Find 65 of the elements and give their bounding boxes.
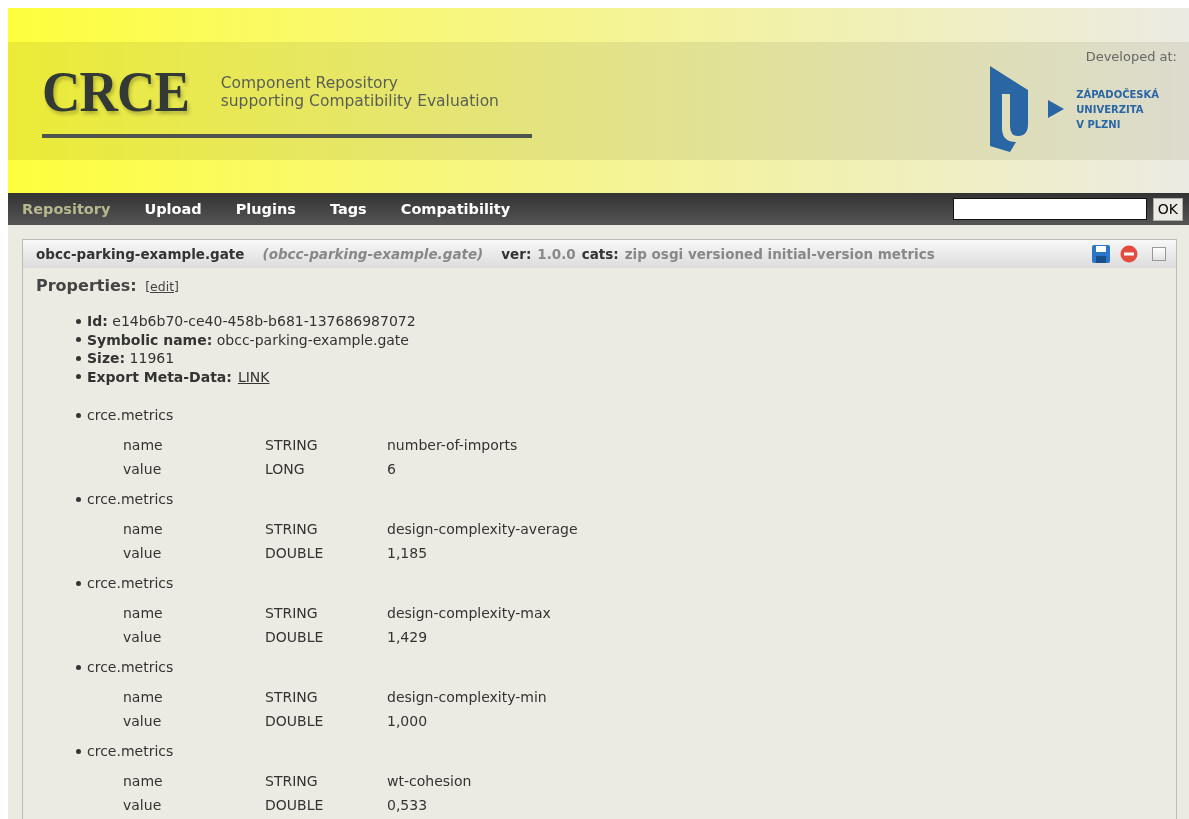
attribute-value: design-complexity-average	[387, 520, 578, 539]
capability-namespace: crce.metrics	[87, 575, 174, 591]
logo-subtitle: supporting Compatibility Evaluation	[220, 91, 499, 110]
property-item: Id: e14b6b70-ce40-458b-b681-137686987072	[87, 312, 416, 331]
delete-icon[interactable]	[1120, 245, 1138, 263]
property-item: Symbolic name: obcc-parking-example.gate	[87, 330, 409, 349]
attribute-type: LONG	[265, 460, 306, 479]
version-label: ver:	[501, 246, 532, 262]
attribute-type: STRING	[265, 685, 387, 709]
attribute-type: DOUBLE	[265, 793, 387, 817]
attribute-name: name	[123, 517, 265, 541]
version-value: 1.0.0	[537, 246, 576, 262]
attribute-value: 1,000	[387, 712, 429, 731]
logo-subtitle: Component Repository	[220, 73, 400, 92]
attribute-type: STRING	[265, 517, 387, 541]
attribute-name: value	[123, 460, 163, 479]
nav-tab[interactable]: Repository	[22, 201, 111, 217]
attribute-name: name	[123, 769, 265, 793]
attribute-name: name	[123, 601, 265, 625]
attribute-type: STRING	[265, 601, 387, 625]
properties-heading: Properties:	[36, 276, 137, 295]
logo: CRCE	[42, 63, 189, 120]
attribute-name: value	[123, 796, 163, 815]
nav-tab[interactable]: Tags	[329, 201, 367, 217]
attribute-value: 0,533	[387, 796, 429, 815]
search-field[interactable]	[952, 198, 1147, 220]
save-icon[interactable]	[1092, 245, 1110, 263]
select-checkbox[interactable]	[1152, 247, 1166, 261]
categories-label: cats:	[581, 246, 619, 262]
attribute-value: design-complexity-max	[387, 604, 551, 623]
university-name: UNIVERZITA	[1076, 102, 1145, 117]
capability-namespace: crce.metrics	[87, 407, 174, 423]
link[interactable]: LINK	[237, 367, 270, 386]
attribute-type: STRING	[265, 769, 387, 793]
developed-at-label: Developed at:	[1085, 49, 1177, 64]
attribute-value: 6	[387, 460, 397, 479]
property-label: Export Meta-Data:	[87, 367, 232, 386]
attribute-name: value	[123, 712, 163, 731]
nav-tab[interactable]: Compatibility	[400, 201, 511, 217]
component-name: obcc-parking-example.gate	[36, 246, 245, 262]
attribute-type: DOUBLE	[265, 712, 325, 731]
attribute-name: value	[123, 544, 163, 563]
attribute-value: number-of-imports	[387, 436, 518, 455]
capability-namespace: crce.metrics	[87, 743, 174, 759]
attribute-type: STRING	[265, 436, 319, 455]
attribute-name: value	[123, 628, 163, 647]
property-item: Size: 11961	[87, 349, 175, 368]
attribute-value: wt-cohesion	[387, 772, 472, 791]
attribute-value: 1,185	[387, 544, 429, 563]
symbolic-name: (obcc-parking-example.gate)	[262, 246, 484, 262]
capability-namespace: crce.metrics	[87, 491, 174, 507]
nav-tab[interactable]: Upload	[144, 201, 202, 217]
university-name: V PLZNI	[1076, 117, 1122, 132]
categories-value: zip osgi versioned initial-version metrics	[624, 246, 935, 262]
attribute-name: name	[123, 685, 265, 709]
ok-button[interactable]: OK	[1152, 197, 1183, 221]
attribute-value: 1,429	[387, 628, 429, 647]
attribute-type: DOUBLE	[265, 628, 325, 647]
university-name: ZÁPADOČESKÁ	[1076, 87, 1159, 102]
attribute-value: design-complexity-min	[387, 688, 547, 707]
nav-tab[interactable]: Plugins	[235, 201, 296, 217]
capability-namespace: crce.metrics	[87, 659, 174, 675]
attribute-type: DOUBLE	[265, 544, 325, 563]
edit-link[interactable]: [edit]	[145, 279, 179, 294]
attribute-name: name	[123, 433, 265, 457]
